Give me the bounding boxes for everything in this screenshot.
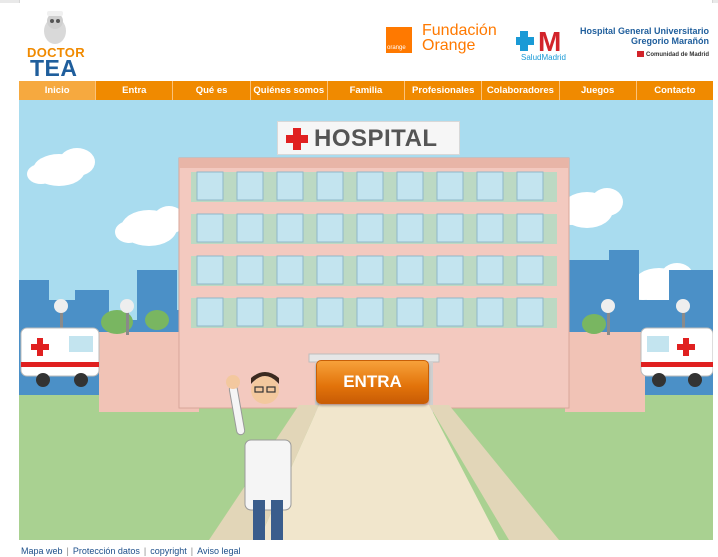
site-header: DOCTOR TEA orange Fundación Orange M Sal… (19, 3, 713, 81)
comunidad-madrid-text: Comunidad de Madrid (646, 52, 709, 58)
comunidad-madrid-flag-icon (637, 51, 644, 57)
footer-link-copyright[interactable]: copyright (150, 546, 187, 556)
footer-link-aviso-legal[interactable]: Aviso legal (197, 546, 240, 556)
doctor-tea-logo[interactable]: DOCTOR TEA (25, 7, 97, 81)
footer-separator: | (66, 546, 69, 556)
footer-separator: | (190, 546, 194, 556)
right-wall (565, 332, 645, 412)
red-cross-icon (286, 128, 308, 150)
nav-item-quienes-somos[interactable]: Quiénes somos (251, 81, 328, 100)
fundacion-orange-logo-icon[interactable]: orange (386, 27, 412, 53)
footer-link-mapa-web[interactable]: Mapa web (21, 546, 63, 556)
fundacion-orange-text[interactable]: Fundación Orange (422, 22, 497, 54)
hospital-sign-label: HOSPITAL (314, 125, 438, 152)
nav-item-entra[interactable]: Entra (96, 81, 174, 100)
footer-link-proteccion-datos[interactable]: Protección datos (73, 546, 140, 556)
hospital-sign: HOSPITAL (277, 121, 460, 155)
nav-item-contacto[interactable]: Contacto (637, 81, 713, 100)
doctor-tea-logo-icon (44, 11, 66, 44)
fundacion-line2: Orange (422, 37, 476, 54)
nav-item-que-es[interactable]: Qué es (173, 81, 251, 100)
logo-line2: TEA (30, 55, 78, 81)
nav-item-familia[interactable]: Familia (328, 81, 406, 100)
footer-separator: | (143, 546, 147, 556)
salud-madrid-logo[interactable]: M SaludMadrid (516, 23, 571, 62)
fundacion-line1: Fundación (422, 22, 497, 39)
nav-item-colaboradores[interactable]: Colaboradores (482, 81, 560, 100)
hospital-line2: Gregorio Marañón (630, 36, 709, 46)
comunidad-madrid: Comunidad de Madrid (579, 51, 709, 58)
hospital-line1: Hospital General Universitario (579, 26, 709, 36)
nav-item-profesionales[interactable]: Profesionales (405, 81, 483, 100)
salud-madrid-logo-icon: M (516, 26, 561, 57)
hospital-illustration (19, 100, 714, 540)
nav-item-juegos[interactable]: Juegos (560, 81, 637, 100)
salud-madrid-mark: M (538, 26, 561, 53)
hospital-scene: HOSPITAL ENTRA (19, 100, 714, 540)
nav-item-inicio[interactable]: Inicio (19, 81, 97, 100)
main-nav: Inicio Entra Qué es Quiénes somos Famili… (19, 81, 713, 100)
orange-badge-text: orange (387, 45, 406, 51)
footer-links: Mapa web | Protección datos | copyright | Avis… (21, 546, 241, 556)
entra-button[interactable]: ENTRA (316, 360, 429, 404)
salud-madrid-caption: SaludMadrid (521, 53, 566, 62)
hospital-gregorio-maranon-logo[interactable]: Hospital General Universitario Gregorio … (579, 26, 709, 58)
